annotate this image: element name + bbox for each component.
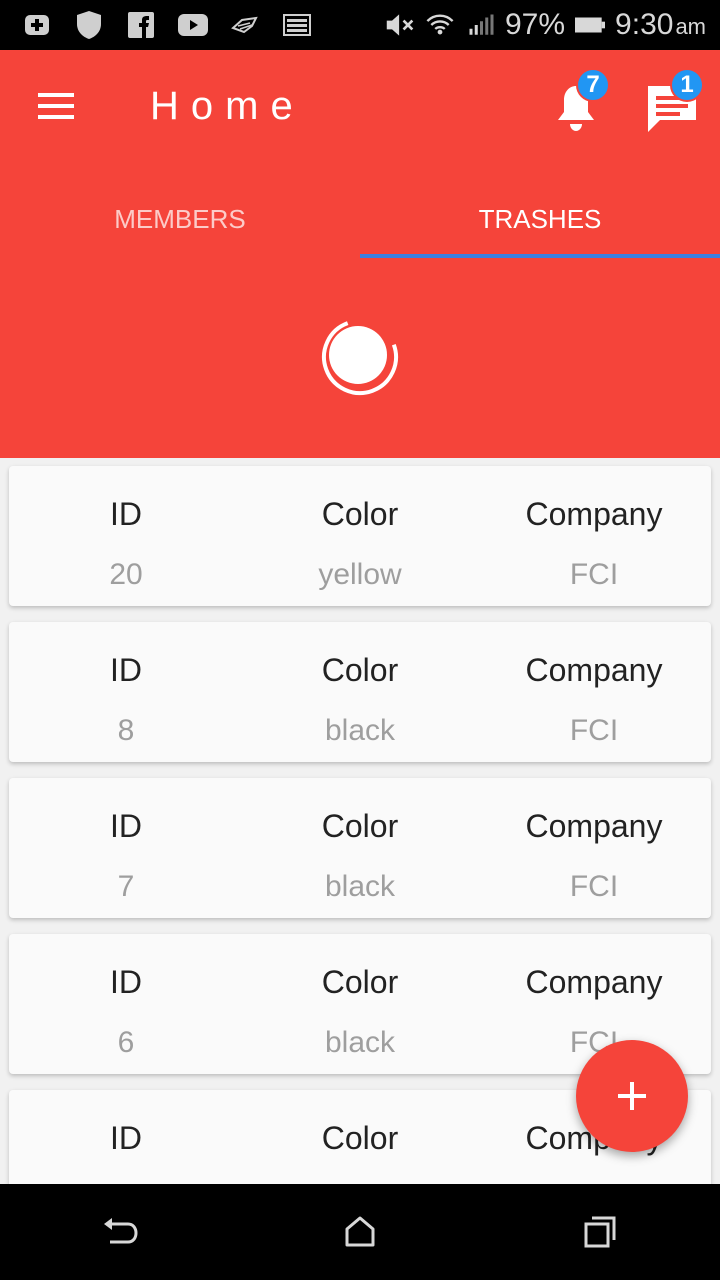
company-column: Company FCI: [477, 466, 711, 606]
id-value: 8: [117, 714, 135, 747]
color-column: Color black: [243, 778, 477, 918]
messages-badge: 1: [670, 68, 704, 102]
id-header: ID: [110, 964, 142, 1000]
tab-members[interactable]: MEMBERS: [0, 180, 360, 258]
color-header: Color: [321, 652, 399, 688]
id-column: ID 20: [9, 466, 243, 606]
company-value: FCI: [569, 870, 619, 903]
menu-icon-bar: [38, 93, 74, 97]
company-header: Company: [525, 496, 663, 532]
clock-time-value: 9:30: [615, 8, 674, 41]
menu-icon-bar: [38, 104, 74, 108]
id-header: ID: [110, 652, 142, 688]
page-title: Home: [150, 84, 305, 128]
plus-icon: [618, 1082, 646, 1110]
app-notification-icon: [230, 10, 260, 40]
battery-percent: 97%: [505, 8, 566, 41]
id-column: ID 7: [9, 778, 243, 918]
company-header: Company: [525, 808, 663, 844]
id-value: 7: [117, 870, 135, 903]
clock-time: 9:30am: [615, 8, 706, 42]
id-header: ID: [110, 1120, 142, 1156]
tab-bar: MEMBERS TRASHES: [0, 180, 720, 258]
id-header: ID: [110, 808, 142, 844]
color-value: black: [324, 714, 396, 747]
mute-icon: [385, 10, 415, 40]
color-header: Color: [321, 808, 399, 844]
menu-icon-bar: [38, 115, 74, 119]
color-column: Color black: [243, 622, 477, 762]
company-value: FCI: [569, 714, 619, 747]
facebook-icon: [126, 10, 156, 40]
menu-button[interactable]: [30, 86, 82, 126]
list-item[interactable]: ID 20 Color yellow Company FCI: [9, 466, 711, 606]
back-button[interactable]: [90, 1202, 150, 1262]
color-column: Color: [243, 1090, 477, 1184]
color-column: Color yellow: [243, 466, 477, 606]
id-column: ID: [9, 1090, 243, 1184]
shield-icon: [74, 10, 104, 40]
company-column: Company FCI: [477, 778, 711, 918]
loading-spinner-icon: [322, 321, 398, 395]
color-value: black: [324, 870, 396, 903]
list-item[interactable]: ID 7 Color black Company FCI: [9, 778, 711, 918]
back-icon: [104, 1218, 138, 1244]
youtube-icon: [178, 10, 208, 40]
id-header: ID: [110, 496, 142, 532]
color-value: black: [324, 1026, 396, 1059]
home-icon: [345, 1216, 375, 1247]
id-column: ID 6: [9, 934, 243, 1074]
screen: 97% 9:30am Home 7 1 MEMBERS TRASHES ID 2…: [0, 0, 720, 1280]
wifi-icon: [425, 10, 455, 40]
id-value: 6: [117, 1026, 135, 1059]
color-value: yellow: [318, 558, 402, 591]
messages-button[interactable]: 1: [638, 68, 708, 138]
company-header: Company: [525, 964, 663, 1000]
recent-apps-icon: [584, 1216, 616, 1248]
tab-trashes[interactable]: TRASHES: [360, 180, 720, 258]
color-header: Color: [321, 496, 399, 532]
battery-icon: [575, 10, 606, 40]
notifications-button[interactable]: 7: [548, 68, 610, 138]
color-header: Color: [321, 1120, 399, 1156]
list-item[interactable]: ID 8 Color black Company FCI: [9, 622, 711, 762]
add-button[interactable]: [576, 1040, 688, 1152]
company-header: Company: [525, 652, 663, 688]
company-column: Company FCI: [477, 622, 711, 762]
company-value: FCI: [569, 558, 619, 591]
id-column: ID 8: [9, 622, 243, 762]
signal-icon: [465, 10, 495, 40]
add-box-icon: [22, 10, 52, 40]
image-icon: [282, 10, 312, 40]
system-nav-bar: [0, 1184, 720, 1280]
app-bar: Home 7 1 MEMBERS TRASHES: [0, 50, 720, 458]
clock-ampm: am: [675, 14, 706, 39]
color-column: Color black: [243, 934, 477, 1074]
status-bar: 97% 9:30am: [0, 0, 720, 50]
color-header: Color: [321, 964, 399, 1000]
id-value: 20: [109, 558, 143, 591]
home-button[interactable]: [330, 1202, 390, 1262]
notifications-badge: 7: [576, 68, 610, 102]
recent-apps-button[interactable]: [570, 1202, 630, 1262]
